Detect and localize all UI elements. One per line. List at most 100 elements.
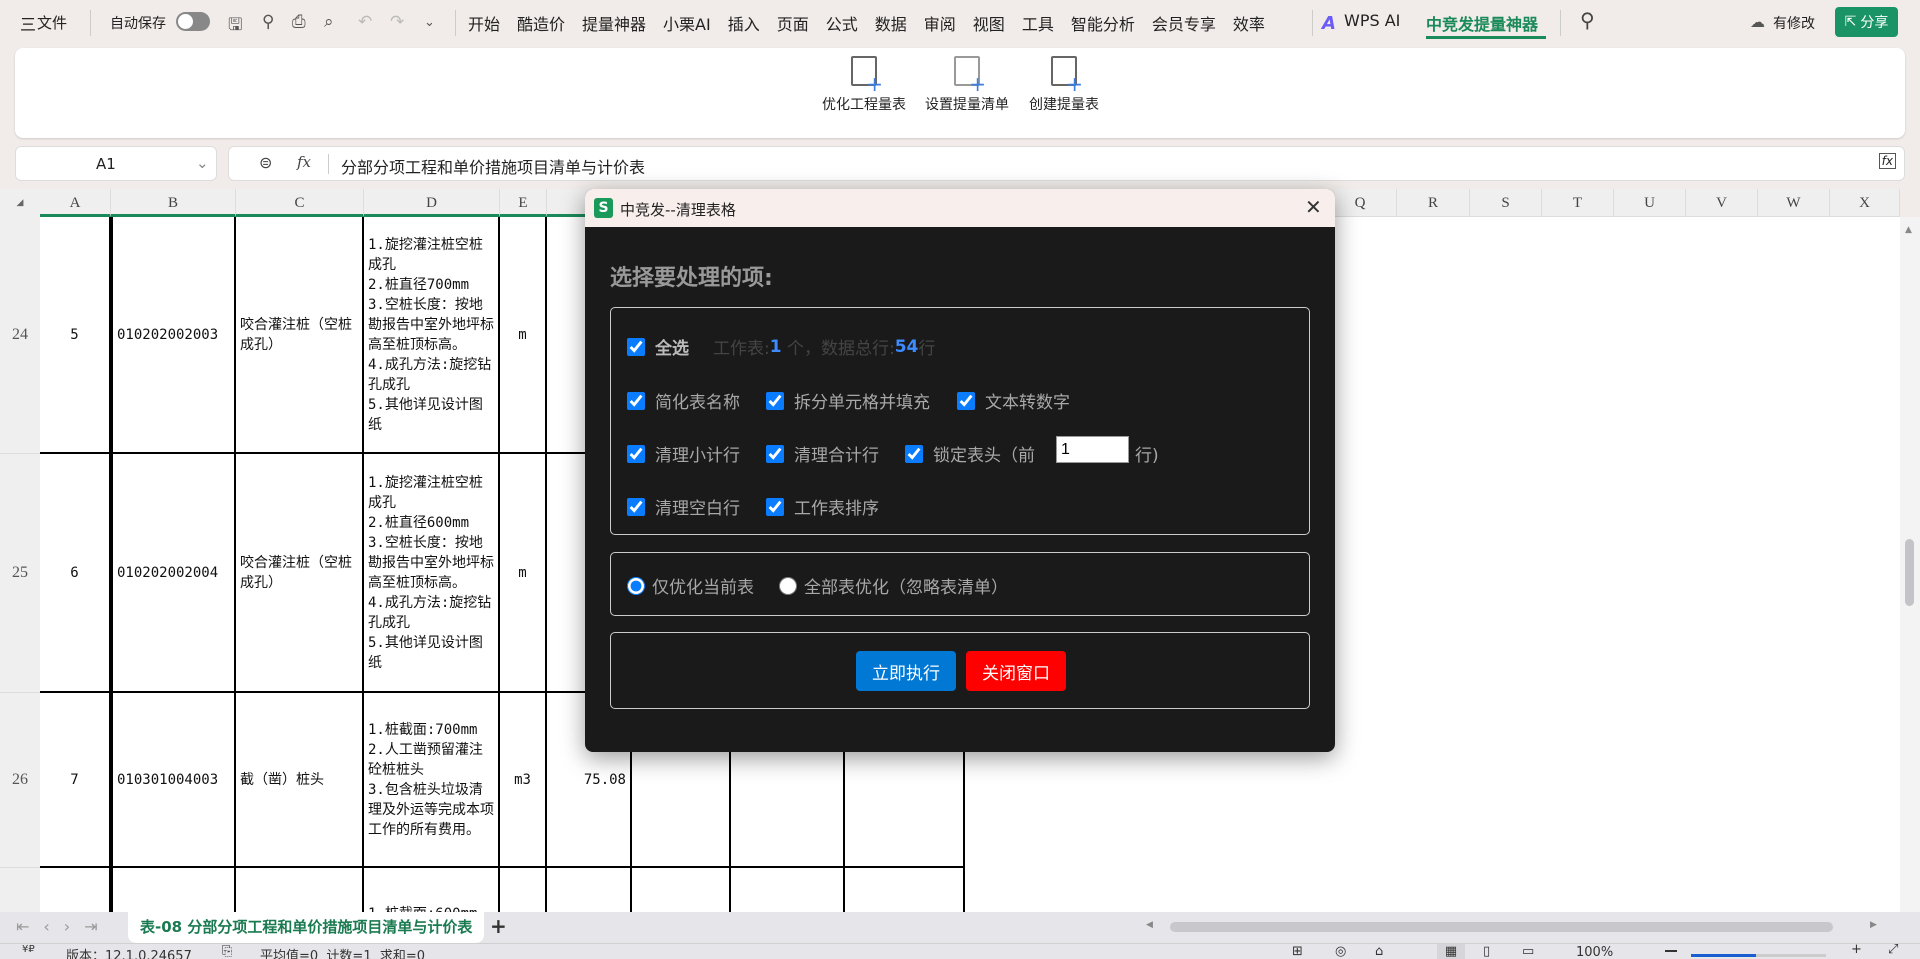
- create-bill-button[interactable]: 创建提量表: [1018, 56, 1110, 114]
- close-window-button[interactable]: 关闭窗口: [966, 651, 1066, 691]
- chevron-down-icon[interactable]: ⌄: [196, 154, 209, 172]
- ribbon-tab[interactable]: 智能分析: [1071, 11, 1135, 35]
- horizontal-scroll-thumb[interactable]: [1170, 922, 1833, 932]
- doc-icon[interactable]: ⎘: [222, 944, 232, 959]
- option-clear-blank-rows[interactable]: 清理空白行: [627, 494, 740, 519]
- reading-view-icon[interactable]: ▭: [1522, 944, 1534, 959]
- column-header-X[interactable]: X: [1830, 189, 1900, 217]
- ribbon-tab[interactable]: 小栗AI: [663, 11, 711, 35]
- add-sheet-button[interactable]: +: [490, 914, 507, 938]
- cell-A24[interactable]: 5: [40, 217, 111, 454]
- fullscreen-icon[interactable]: ⤢: [1888, 944, 1898, 957]
- row-header[interactable]: [0, 868, 40, 912]
- wifi-icon[interactable]: ◎: [1335, 944, 1346, 959]
- ribbon-tab[interactable]: 会员专享: [1152, 11, 1216, 35]
- expand-formula-icon[interactable]: fx: [1878, 153, 1896, 169]
- ribbon-tab[interactable]: 提量神器: [582, 11, 646, 35]
- tab-wps-ai[interactable]: WPS AI: [1344, 11, 1400, 30]
- column-header-R[interactable]: R: [1397, 189, 1470, 217]
- column-header-E[interactable]: E: [500, 189, 547, 217]
- option-split-cells[interactable]: 拆分单元格并填充: [766, 388, 930, 413]
- cell-E26[interactable]: m3: [500, 693, 547, 868]
- selection-stats[interactable]: 平均值=0 计数=1 求和=0: [260, 945, 425, 959]
- column-header-A[interactable]: A: [40, 189, 111, 217]
- cell-D24[interactable]: 1.旋挖灌注桩空桩成孔 2.桩直径700mm 3.空桩长度：按地勘报告中室外地坪…: [364, 217, 500, 454]
- link-icon[interactable]: ⚲: [262, 12, 274, 32]
- redo-icon[interactable]: ↷: [390, 12, 404, 32]
- cell-A26[interactable]: 7: [40, 693, 111, 868]
- zoom-formula-icon[interactable]: ⊜: [259, 153, 272, 172]
- cell-B27[interactable]: [111, 868, 236, 912]
- sheet-nav-icons[interactable]: ⇤‹›⇥: [16, 917, 112, 936]
- execute-button[interactable]: 立即执行: [856, 651, 956, 691]
- vertical-scroll-thumb[interactable]: [1905, 539, 1914, 606]
- option-sort-sheets[interactable]: 工作表排序: [766, 494, 879, 519]
- ribbon-tab[interactable]: 页面: [777, 11, 809, 35]
- cell-A25[interactable]: 6: [40, 454, 111, 693]
- optimize-bill-button[interactable]: 优化工程量表: [818, 56, 910, 114]
- column-header-W[interactable]: W: [1758, 189, 1830, 217]
- ribbon-tab[interactable]: 效率: [1233, 11, 1265, 35]
- share-button[interactable]: ⇱ 分享: [1835, 7, 1898, 37]
- menu-icon[interactable]: 三: [20, 11, 36, 35]
- cell-H27[interactable]: [731, 868, 845, 912]
- column-header-V[interactable]: V: [1686, 189, 1758, 217]
- cell-C24[interactable]: 咬合灌注桩（空桩成孔）: [236, 217, 364, 454]
- row-header[interactable]: 24: [0, 217, 40, 454]
- search-icon[interactable]: ⚲: [1580, 8, 1595, 32]
- column-header-T[interactable]: T: [1542, 189, 1614, 217]
- scroll-up-icon[interactable]: ▲: [1905, 225, 1912, 235]
- tab-active-zjf[interactable]: 中竞发提量神器: [1426, 11, 1538, 35]
- row-header[interactable]: 25: [0, 454, 40, 693]
- column-header-S[interactable]: S: [1470, 189, 1542, 217]
- cell-I27[interactable]: [845, 868, 965, 912]
- cell-F27[interactable]: [547, 868, 632, 912]
- undo-icon[interactable]: ↶: [358, 12, 372, 32]
- cell-B25[interactable]: 010202002004: [111, 454, 236, 693]
- modified-status[interactable]: 有修改: [1773, 13, 1815, 33]
- option-lock-header[interactable]: 锁定表头（前: [905, 441, 1035, 466]
- close-icon[interactable]: ✕: [1305, 195, 1322, 219]
- ribbon-tab[interactable]: 工具: [1022, 11, 1054, 35]
- save-icon[interactable]: 🖫: [228, 12, 242, 41]
- vertical-scrollbar[interactable]: ▲: [1900, 217, 1920, 912]
- print-preview-icon[interactable]: ⌕: [324, 12, 334, 32]
- cell-D25[interactable]: 1.旋挖灌注桩空桩成孔 2.桩直径600mm 3.空桩长度：按地勘报告中室外地坪…: [364, 454, 500, 693]
- row-header[interactable]: 26: [0, 693, 40, 868]
- ribbon-tab[interactable]: 审阅: [924, 11, 956, 35]
- select-all-corner[interactable]: ◢: [0, 189, 40, 217]
- option-simplify-sheet-name[interactable]: 简化表名称: [627, 388, 740, 413]
- ribbon-tab[interactable]: 插入: [728, 11, 760, 35]
- set-bill-button[interactable]: 设置提量清单: [921, 56, 1013, 114]
- input-mode-icon[interactable]: ¥₽: [22, 944, 35, 955]
- ribbon-tab[interactable]: 酷造价: [517, 11, 565, 35]
- normal-view-icon[interactable]: ▦: [1437, 944, 1465, 959]
- column-header-C[interactable]: C: [236, 189, 364, 217]
- cell-D26[interactable]: 1.桩截面:700mm 2.人工凿预留灌注砼桩桩头 3.包含桩头垃圾清理及外运等…: [364, 693, 500, 868]
- formula-bar[interactable]: ⊜ fx 分部分项工程和单价措施项目清单与计价表 fx: [228, 146, 1905, 181]
- ribbon-tab[interactable]: 数据: [875, 11, 907, 35]
- cell-E24[interactable]: m: [500, 217, 547, 454]
- cell-C26[interactable]: 截（凿）桩头: [236, 693, 364, 868]
- cell-E25[interactable]: m: [500, 454, 547, 693]
- chevron-down-icon[interactable]: ⌄: [424, 15, 435, 30]
- print-icon[interactable]: ⎙: [292, 12, 306, 32]
- scroll-left-icon[interactable]: ◀: [1146, 920, 1153, 930]
- page-view-icon[interactable]: ▯: [1483, 944, 1490, 959]
- zoom-out-icon[interactable]: [1665, 950, 1677, 952]
- fx-icon[interactable]: fx: [297, 153, 311, 171]
- ribbon-tab[interactable]: 开始: [468, 11, 500, 35]
- option-clear-subtotal[interactable]: 清理小计行: [627, 441, 740, 466]
- cell-E27[interactable]: [500, 868, 547, 912]
- name-box[interactable]: A1 ⌄: [15, 146, 217, 181]
- cell-D27[interactable]: 1.桩截面:600mm 2.人工凿预留灌: [364, 868, 500, 912]
- option-clear-total[interactable]: 清理合计行: [766, 441, 879, 466]
- zoom-in-icon[interactable]: +: [1851, 944, 1862, 957]
- select-all-checkbox[interactable]: 全选: [627, 334, 689, 359]
- option-text-to-number[interactable]: 文本转数字: [957, 388, 1070, 413]
- column-header-B[interactable]: B: [111, 189, 236, 217]
- grid-icon[interactable]: ⊞: [1292, 944, 1303, 959]
- ribbon-tab[interactable]: 公式: [826, 11, 858, 35]
- autosave-toggle[interactable]: [176, 12, 210, 31]
- column-header-D[interactable]: D: [364, 189, 500, 217]
